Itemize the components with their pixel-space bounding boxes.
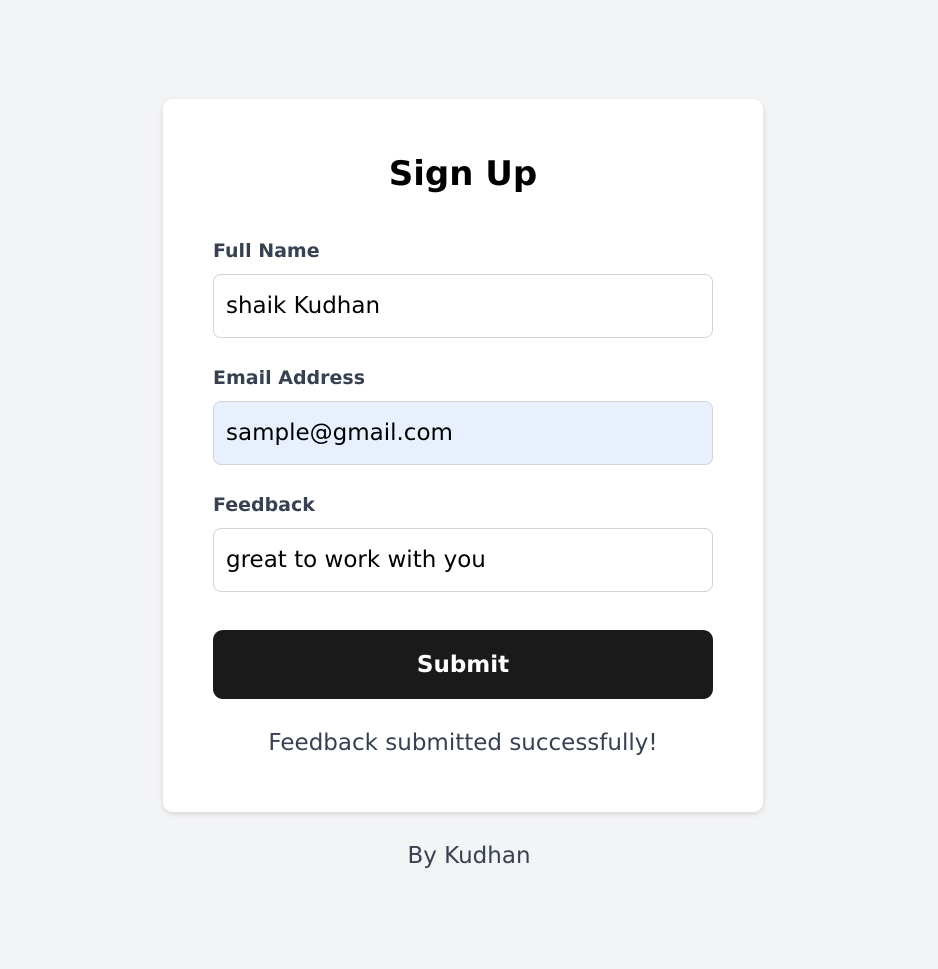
email-label: Email Address [213,367,366,389]
feedback-input[interactable] [213,528,713,592]
signup-card: Sign Up Full Name Email Address Feedback… [163,99,763,812]
full-name-label: Full Name [213,240,320,262]
full-name-input[interactable] [213,274,713,338]
email-input[interactable] [213,401,713,465]
page-title: Sign Up [388,154,538,194]
status-message: Feedback submitted successfully! [268,730,658,756]
submit-button[interactable]: Submit [213,630,713,699]
feedback-label: Feedback [213,494,315,516]
footer-credit: By Kudhan [407,843,531,869]
